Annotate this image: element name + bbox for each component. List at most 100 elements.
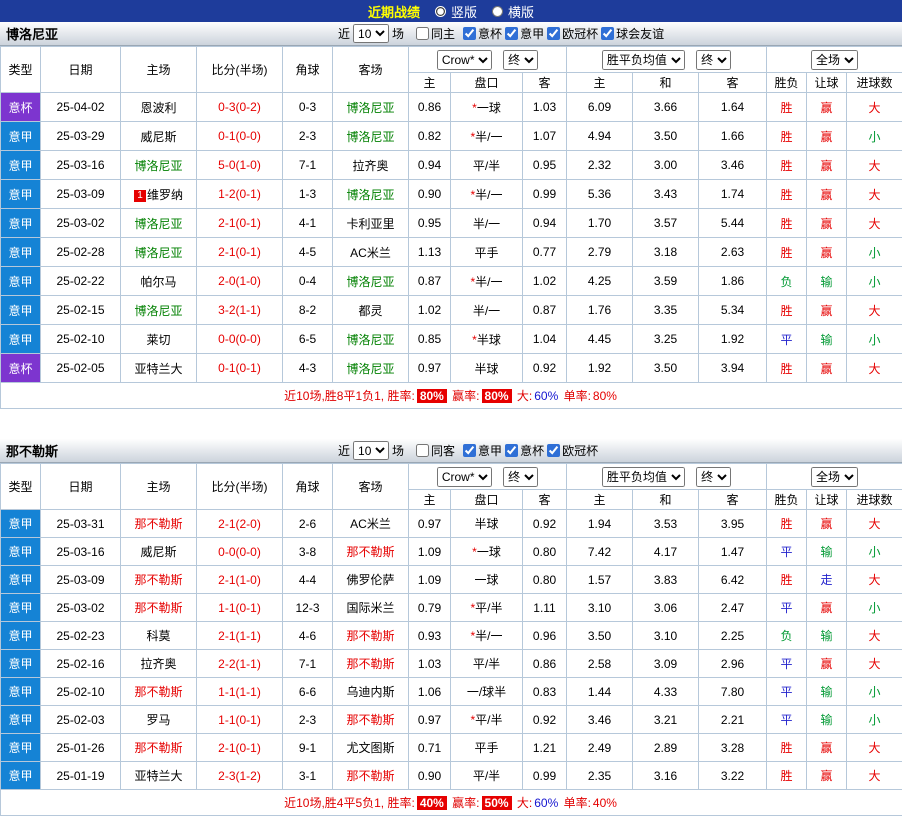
scope-select[interactable]: 全场 <box>811 50 858 70</box>
league-checkbox[interactable] <box>547 444 560 457</box>
match-row: 意甲25-02-03罗马1-1(0-1)2-3那不勒斯0.97*平/半0.923… <box>1 706 902 734</box>
same-venue-filter[interactable]: 同主 <box>415 25 455 42</box>
cell-date: 25-03-02 <box>41 209 121 238</box>
europe-odds-select[interactable]: 胜平负均值 <box>602 467 685 487</box>
cell-europe-home-odds: 4.25 <box>567 267 633 296</box>
cell-handicap-away-odds: 0.77 <box>523 238 567 267</box>
cell-corner-score: 7-1 <box>283 151 333 180</box>
league-label: 意杯 <box>478 25 502 42</box>
cell-home-team: 拉齐奥 <box>121 650 197 678</box>
league-checkbox[interactable] <box>547 27 560 40</box>
horizontal-layout-radio[interactable] <box>492 6 503 17</box>
league-filter[interactable]: 意甲 <box>462 442 502 459</box>
cell-result-outcome: 平 <box>767 325 807 354</box>
horizontal-layout-label[interactable]: 横版 <box>508 2 534 21</box>
league-checkbox[interactable] <box>601 27 614 40</box>
match-row: 意甲25-03-02博洛尼亚2-1(0-1)4-1卡利亚里0.95半/一0.94… <box>1 209 902 238</box>
same-venue-checkbox[interactable] <box>416 444 429 457</box>
league-filter[interactable]: 欧冠杯 <box>546 25 598 42</box>
cell-europe-draw-odds: 3.09 <box>633 650 699 678</box>
col-header-date: 日期 <box>41 464 121 510</box>
europe-odds-select[interactable]: 胜平负均值 <box>602 50 685 70</box>
cell-away-team: 那不勒斯 <box>333 706 409 734</box>
scope-select[interactable]: 全场 <box>811 467 858 487</box>
league-filter[interactable]: 球会友谊 <box>600 25 664 42</box>
cell-result-handicap: 输 <box>807 267 847 296</box>
sections-container: 博洛尼亚 近 10 场 同主 意杯意甲欧冠杯球会友谊 <box>0 22 902 816</box>
vertical-layout-label[interactable]: 竖版 <box>451 2 477 21</box>
league-filter[interactable]: 意杯 <box>504 442 544 459</box>
cell-europe-draw-odds: 4.17 <box>633 538 699 566</box>
cell-handicap-home-odds: 1.13 <box>409 238 451 267</box>
section-gap <box>0 409 902 439</box>
cell-result-handicap: 输 <box>807 678 847 706</box>
cell-corner-score: 4-3 <box>283 354 333 383</box>
cell-away-team: 博洛尼亚 <box>333 93 409 122</box>
cell-result-outcome: 平 <box>767 650 807 678</box>
league-label: 球会友谊 <box>616 25 664 42</box>
cell-europe-home-odds: 6.09 <box>567 93 633 122</box>
cell-corner-score: 4-1 <box>283 209 333 238</box>
cell-league-type: 意甲 <box>1 538 41 566</box>
favorite-star: * <box>472 545 477 559</box>
league-filter[interactable]: 欧冠杯 <box>546 442 598 459</box>
cell-date: 25-02-10 <box>41 678 121 706</box>
cell-handicap-line: 平/半 <box>451 650 523 678</box>
cell-score: 2-1(1-1) <box>197 622 283 650</box>
cell-europe-home-odds: 3.50 <box>567 622 633 650</box>
cell-europe-draw-odds: 3.00 <box>633 151 699 180</box>
match-count-select[interactable]: 10 <box>353 24 389 43</box>
cell-result-outcome: 胜 <box>767 354 807 383</box>
cell-corner-score: 2-3 <box>283 122 333 151</box>
match-row: 意甲25-03-091维罗纳1-2(0-1)1-3博洛尼亚0.90*半/一0.9… <box>1 180 902 209</box>
cell-league-type: 意甲 <box>1 678 41 706</box>
matches-table: 类型 日期 主场 比分(半场) 角球 客场 Crow* 终 胜平负均值 终 <box>0 463 902 816</box>
sub-col-header: 胜负 <box>767 490 807 510</box>
cell-result-goals: 大 <box>847 566 902 594</box>
europe-time-select[interactable]: 终 <box>696 467 731 487</box>
cell-date: 25-02-10 <box>41 325 121 354</box>
bookmaker-select[interactable]: Crow* <box>437 467 492 487</box>
cell-date: 25-02-05 <box>41 354 121 383</box>
cell-result-goals: 小 <box>847 594 902 622</box>
summary-row: 近10场,胜8平1负1, 胜率:80% 赢率:80% 大:60% 单率:80% <box>1 383 902 409</box>
match-count-select[interactable]: 10 <box>353 441 389 460</box>
summary-label: 单率: <box>560 796 591 810</box>
league-checkbox[interactable] <box>463 27 476 40</box>
handicap-time-select[interactable]: 终 <box>503 50 538 70</box>
cell-date: 25-01-26 <box>41 734 121 762</box>
cell-home-team: 那不勒斯 <box>121 566 197 594</box>
vertical-layout-radio[interactable] <box>435 6 446 17</box>
cell-handicap-home-odds: 0.85 <box>409 325 451 354</box>
europe-time-select[interactable]: 终 <box>696 50 731 70</box>
cell-corner-score: 0-4 <box>283 267 333 296</box>
cell-date: 25-02-28 <box>41 238 121 267</box>
section-header: 博洛尼亚 近 10 场 同主 意杯意甲欧冠杯球会友谊 <box>0 22 902 46</box>
cell-europe-away-odds: 1.86 <box>699 267 767 296</box>
same-venue-checkbox[interactable] <box>416 27 429 40</box>
sub-col-header: 客 <box>699 73 767 93</box>
handicap-time-select[interactable]: 终 <box>503 467 538 487</box>
summary-value: 80% <box>593 389 617 403</box>
league-checkbox[interactable] <box>463 444 476 457</box>
league-filter[interactable]: 意杯 <box>462 25 502 42</box>
league-checkbox[interactable] <box>505 27 518 40</box>
cell-handicap-away-odds: 0.95 <box>523 151 567 180</box>
sub-col-header: 主 <box>567 73 633 93</box>
col-header-score: 比分(半场) <box>197 47 283 93</box>
bookmaker-select[interactable]: Crow* <box>437 50 492 70</box>
cell-handicap-away-odds: 1.11 <box>523 594 567 622</box>
cell-result-handicap: 走 <box>807 566 847 594</box>
summary-row: 近10场,胜4平5负1, 胜率:40% 赢率:50% 大:60% 单率:40% <box>1 790 902 816</box>
handicap-odds-header: Crow* 终 <box>409 464 567 490</box>
summary-label: 大: <box>514 796 533 810</box>
league-checkbox[interactable] <box>505 444 518 457</box>
cell-home-team: 罗马 <box>121 706 197 734</box>
cell-result-handicap: 输 <box>807 622 847 650</box>
cell-result-handicap: 赢 <box>807 594 847 622</box>
same-venue-filter[interactable]: 同客 <box>415 442 455 459</box>
cell-handicap-line: *半球 <box>451 325 523 354</box>
league-filter[interactable]: 意甲 <box>504 25 544 42</box>
sub-col-header: 客 <box>523 490 567 510</box>
cell-away-team: 都灵 <box>333 296 409 325</box>
